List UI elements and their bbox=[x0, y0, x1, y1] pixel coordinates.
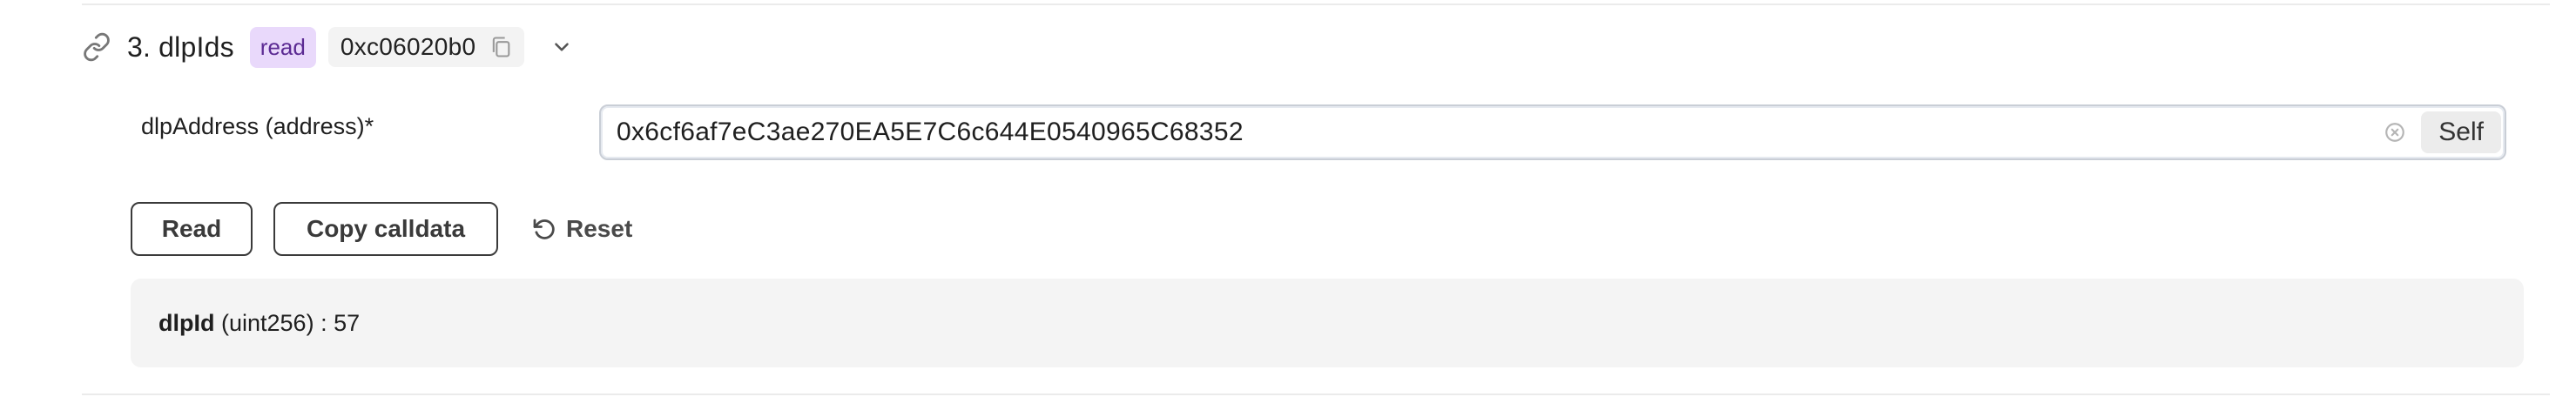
reset-button[interactable]: Reset bbox=[529, 215, 632, 243]
reset-label: Reset bbox=[566, 215, 633, 242]
result-name: dlpId bbox=[158, 309, 215, 336]
selector-chip: 0xc06020b0 bbox=[327, 27, 525, 67]
result-separator: : bbox=[320, 309, 327, 336]
dlp-address-input[interactable] bbox=[601, 117, 2384, 148]
copy-icon[interactable] bbox=[488, 34, 514, 60]
param-label: dlpAddress (address)* bbox=[141, 113, 374, 139]
link-icon[interactable] bbox=[82, 32, 111, 62]
chevron-down-icon[interactable] bbox=[549, 34, 575, 60]
address-input-wrapper: Self bbox=[599, 104, 2506, 160]
result-value: 57 bbox=[334, 309, 361, 336]
action-bar: Read Copy calldata Reset bbox=[131, 202, 632, 256]
result-type: (uint256) bbox=[221, 309, 314, 336]
read-badge: read bbox=[249, 26, 316, 68]
function-selector: 0xc06020b0 bbox=[340, 33, 476, 60]
function-header: 3. dlpIds read 0xc06020b0 bbox=[82, 23, 575, 71]
result-box: dlpId (uint256) : 57 bbox=[131, 279, 2524, 367]
top-divider bbox=[82, 3, 2550, 5]
copy-calldata-button[interactable]: Copy calldata bbox=[273, 202, 498, 256]
clear-icon[interactable] bbox=[2383, 120, 2407, 145]
read-button[interactable]: Read bbox=[131, 202, 253, 256]
result-line: dlpId (uint256) : 57 bbox=[158, 310, 360, 337]
function-title: 3. dlpIds bbox=[127, 30, 234, 63]
self-button[interactable]: Self bbox=[2421, 111, 2501, 153]
bottom-divider bbox=[82, 394, 2550, 395]
reset-icon bbox=[529, 215, 557, 243]
